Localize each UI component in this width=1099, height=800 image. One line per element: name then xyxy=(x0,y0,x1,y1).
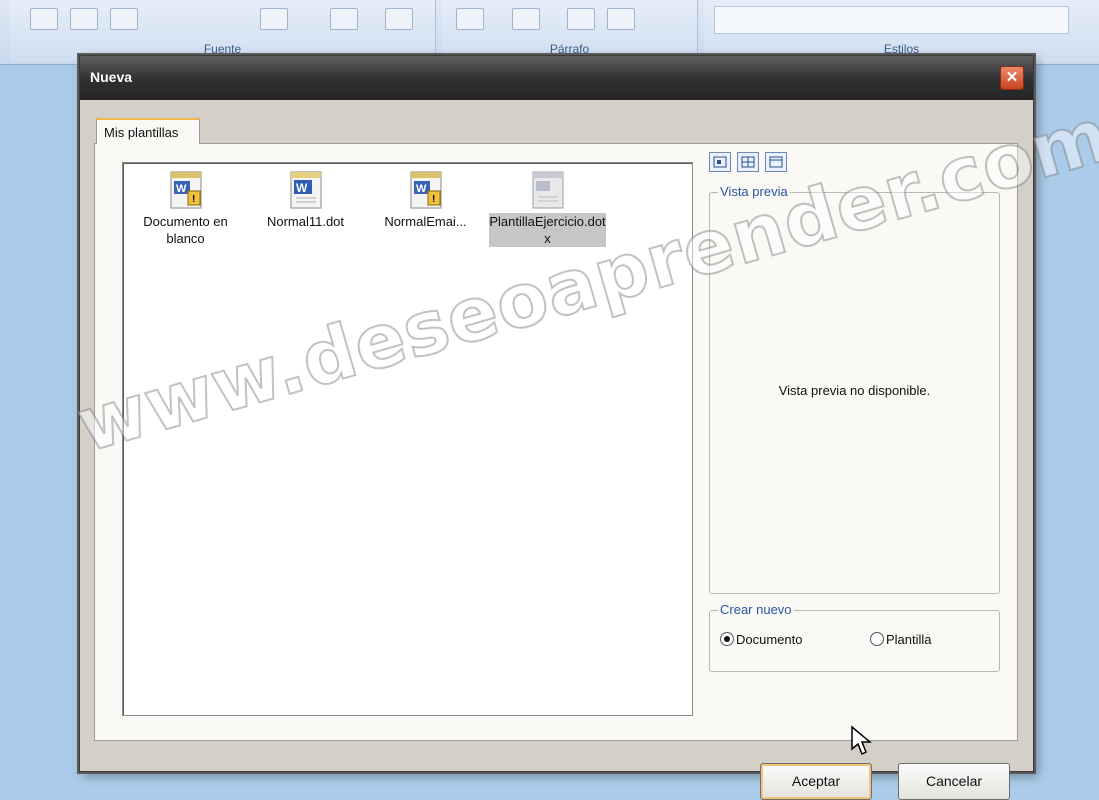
sort-button[interactable] xyxy=(567,8,595,30)
ribbon-button[interactable] xyxy=(385,8,413,30)
details-view-icon[interactable] xyxy=(765,152,787,172)
mouse-pointer-icon xyxy=(851,725,872,756)
ribbon-button[interactable] xyxy=(330,8,358,30)
ribbon-group-paragraph: Párrafo xyxy=(442,0,698,62)
template-item-plantillaejercicio[interactable]: PlantillaEjercicio.dotx xyxy=(489,169,606,247)
template-item-normal11[interactable]: W Normal11.dot xyxy=(247,169,364,230)
ribbon-group-label: Estilos xyxy=(883,42,920,56)
svg-text:!: ! xyxy=(192,194,195,205)
radio-label: Documento xyxy=(736,632,803,647)
word-template-icon: W ! xyxy=(168,169,204,211)
radio-checked-icon[interactable] xyxy=(720,632,734,646)
radio-label: Plantilla xyxy=(886,632,932,647)
preview-message: Vista previa no disponible. xyxy=(778,383,931,398)
create-new-group: Crear nuevo Documento Plantilla xyxy=(709,602,1000,672)
show-marks-button[interactable] xyxy=(607,8,635,30)
ribbon-button[interactable] xyxy=(70,8,98,30)
ribbon-button[interactable] xyxy=(512,8,540,30)
ribbon-group-label: Fuente xyxy=(203,42,242,56)
word-document-icon: W xyxy=(288,169,324,211)
ribbon-button[interactable] xyxy=(30,8,58,30)
template-label: Documento en blanco xyxy=(143,214,228,246)
radio-documento[interactable]: Documento xyxy=(720,632,802,647)
large-icons-view-icon[interactable] xyxy=(709,152,731,172)
close-button[interactable]: ✕ xyxy=(1000,66,1024,90)
template-item-normalemail[interactable]: W ! NormalEmai... xyxy=(367,169,484,230)
dialog-title: Nueva xyxy=(90,69,133,85)
radio-unchecked-icon[interactable] xyxy=(870,632,884,646)
ribbon-group-label: Párrafo xyxy=(549,42,590,56)
styles-gallery[interactable] xyxy=(714,6,1069,34)
ribbon-group-font: Fuente xyxy=(10,0,436,62)
word-template-icon: W ! xyxy=(408,169,444,211)
list-view-icon[interactable] xyxy=(737,152,759,172)
generic-template-icon xyxy=(530,169,566,211)
ribbon-button[interactable] xyxy=(260,8,288,30)
accept-button[interactable]: Aceptar xyxy=(760,763,872,800)
template-label: NormalEmai... xyxy=(384,214,467,229)
svg-text:W: W xyxy=(176,183,187,195)
svg-text:W: W xyxy=(296,181,308,195)
ribbon-group-styles: Estilos xyxy=(704,0,1099,62)
ribbon-button[interactable] xyxy=(456,8,484,30)
create-new-legend: Crear nuevo xyxy=(718,602,794,617)
template-label: Normal11.dot xyxy=(266,214,345,229)
dialog-titlebar[interactable]: Nueva ✕ xyxy=(80,56,1033,100)
tab-mis-plantillas[interactable]: Mis plantillas xyxy=(96,118,200,144)
radio-plantilla[interactable]: Plantilla xyxy=(870,632,932,647)
template-item-documento-en-blanco[interactable]: W ! Documento en blanco xyxy=(127,169,244,247)
close-icon: ✕ xyxy=(1005,69,1019,86)
svg-text:W: W xyxy=(416,183,427,195)
ribbon-button[interactable] xyxy=(110,8,138,30)
cancel-button[interactable]: Cancelar xyxy=(898,763,1010,800)
svg-text:!: ! xyxy=(432,194,435,205)
